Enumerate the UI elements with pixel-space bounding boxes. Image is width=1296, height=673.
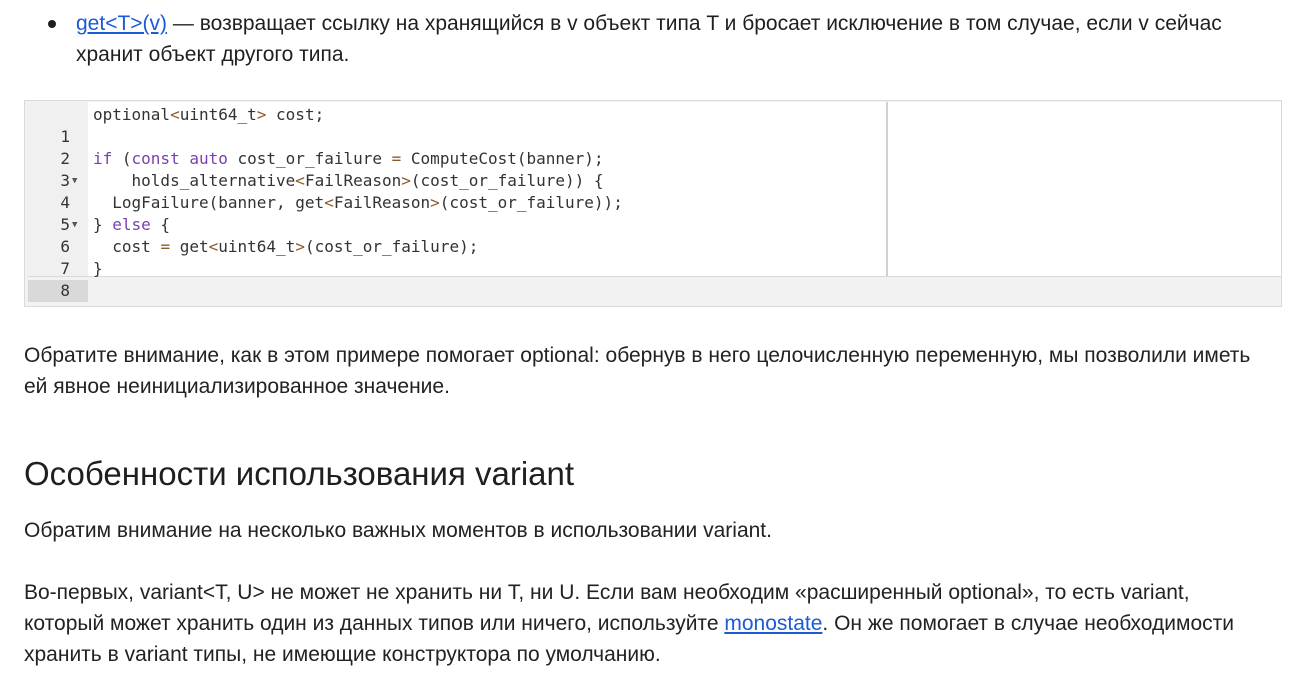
section-heading: Особенности использования variant	[24, 455, 575, 492]
fold-arrow-icon[interactable]: ▼	[72, 170, 77, 192]
paragraph-optional-note: Обратите внимание, как в этом примере по…	[24, 344, 1251, 398]
code-block: 1 optional<uint64_t> cost; 2 3 if (const…	[24, 100, 1282, 307]
paragraph-intro: Обратим внимание на несколько важных мом…	[24, 519, 772, 542]
code-line: 8 }	[28, 258, 888, 302]
code-text: cost = get<uint64_t>(cost_or_failure);	[93, 237, 479, 256]
code-line: 1 optional<uint64_t> cost;	[28, 104, 888, 146]
code-text: if (const auto cost_or_failure = Compute…	[93, 149, 604, 168]
code-text: optional<uint64_t> cost;	[93, 105, 325, 124]
code-line: 3 if (const auto cost_or_failure = Compu…	[28, 148, 888, 190]
code-text: } else {	[93, 215, 171, 234]
bullet-text: get<T>(v) — возвращает ссылку на хранящи…	[76, 8, 1281, 70]
code-line: 6 ▼ } else {	[28, 214, 888, 256]
code-line: 7 cost = get<uint64_t>(cost_or_failure);	[28, 236, 888, 278]
code-text: LogFailure(banner, get<FailReason>(cost_…	[93, 193, 623, 212]
line-number: 8	[60, 281, 70, 300]
code-text: }	[93, 259, 103, 278]
bullet-dot-icon	[48, 20, 56, 28]
bullet-description: — возвращает ссылку на хранящийся в v об…	[76, 12, 1222, 66]
get-link[interactable]: get<T>(v)	[76, 12, 167, 35]
code-editor[interactable]: 1 optional<uint64_t> cost; 2 3 if (const…	[28, 102, 1281, 302]
paragraph-monostate: Во-первых, variant<T, U> не может не хра…	[24, 577, 1274, 670]
line-number-active: 8	[28, 280, 88, 302]
monostate-link[interactable]: monostate	[724, 612, 822, 635]
code-line: 5 LogFailure(banner, get<FailReason>(cos…	[28, 192, 888, 234]
code-line: 2	[28, 126, 888, 168]
code-text: holds_alternative<FailReason>(cost_or_fa…	[93, 171, 604, 190]
fold-arrow-icon[interactable]: ▼	[72, 214, 77, 236]
code-line: 4 ▼ holds_alternative<FailReason>(cost_o…	[28, 170, 888, 212]
